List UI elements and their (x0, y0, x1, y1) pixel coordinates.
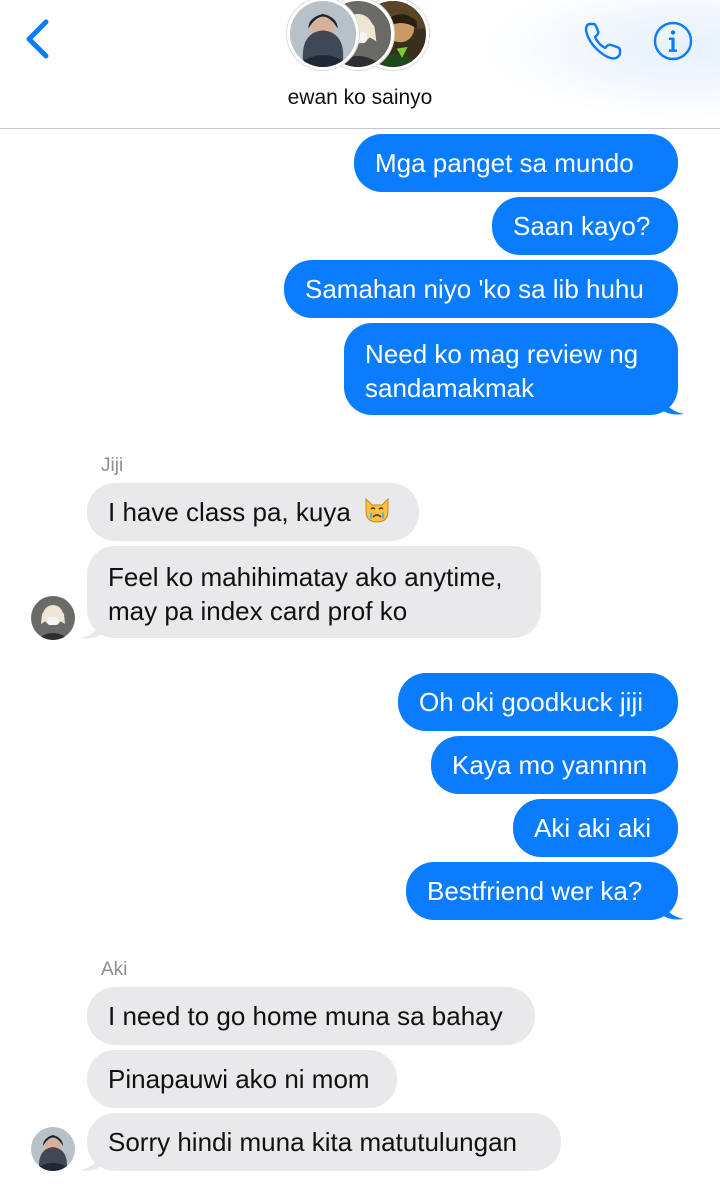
bubble-tail (80, 616, 102, 639)
bubble-tail (80, 1148, 102, 1171)
crying-cat-icon (365, 497, 389, 523)
incoming-message[interactable]: Feel ko mahihimatay ako anytime, may pa … (87, 546, 541, 638)
sender-name: Jiji (101, 455, 124, 476)
avatar (287, 0, 359, 70)
info-button[interactable] (650, 18, 696, 64)
incoming-message[interactable]: I have class pa, kuya (87, 483, 419, 541)
messages-screen: ewan ko sainyo Mga panget sa mundo Saan … (0, 0, 720, 1192)
incoming-message[interactable]: Sorry hindi muna kita matutulungan (87, 1113, 561, 1171)
info-icon (653, 21, 693, 61)
outgoing-message[interactable]: Kaya mo yannnn (431, 736, 678, 794)
conversation-header: ewan ko sainyo (0, 0, 720, 129)
bubble-tail (662, 897, 684, 920)
avatar[interactable] (31, 1127, 75, 1171)
message-line: Need ko mag review ng (365, 339, 639, 369)
group-title[interactable]: ewan ko sainyo (0, 86, 720, 110)
incoming-message[interactable]: Pinapauwi ako ni mom (87, 1050, 397, 1108)
bubble-tail (662, 392, 684, 415)
outgoing-message[interactable]: Aki aki aki (513, 799, 678, 857)
message-line: may pa index card prof ko (108, 596, 408, 626)
group-avatars[interactable] (287, 0, 437, 74)
message-line: sandamakmak (365, 373, 535, 403)
outgoing-message[interactable]: Need ko mag review ng sandamakmak (344, 323, 678, 415)
message-line: Feel ko mahihimatay ako anytime, (108, 562, 503, 592)
back-button[interactable] (16, 14, 60, 64)
outgoing-message[interactable]: Oh oki goodkuck jiji (398, 673, 678, 731)
message-text: I have class pa, kuya (108, 497, 351, 527)
chevron-left-icon (26, 19, 49, 59)
outgoing-message[interactable]: Bestfriend wer ka? (406, 862, 678, 920)
incoming-message[interactable]: I need to go home muna sa bahay (87, 987, 535, 1045)
phone-icon (584, 22, 622, 60)
outgoing-message[interactable]: Mga panget sa mundo (354, 134, 678, 192)
avatar[interactable] (31, 596, 75, 640)
outgoing-message[interactable]: Samahan niyo 'ko sa lib huhu (284, 260, 678, 318)
sender-name: Aki (101, 959, 128, 980)
outgoing-message[interactable]: Saan kayo? (492, 197, 678, 255)
call-button[interactable] (580, 18, 626, 64)
